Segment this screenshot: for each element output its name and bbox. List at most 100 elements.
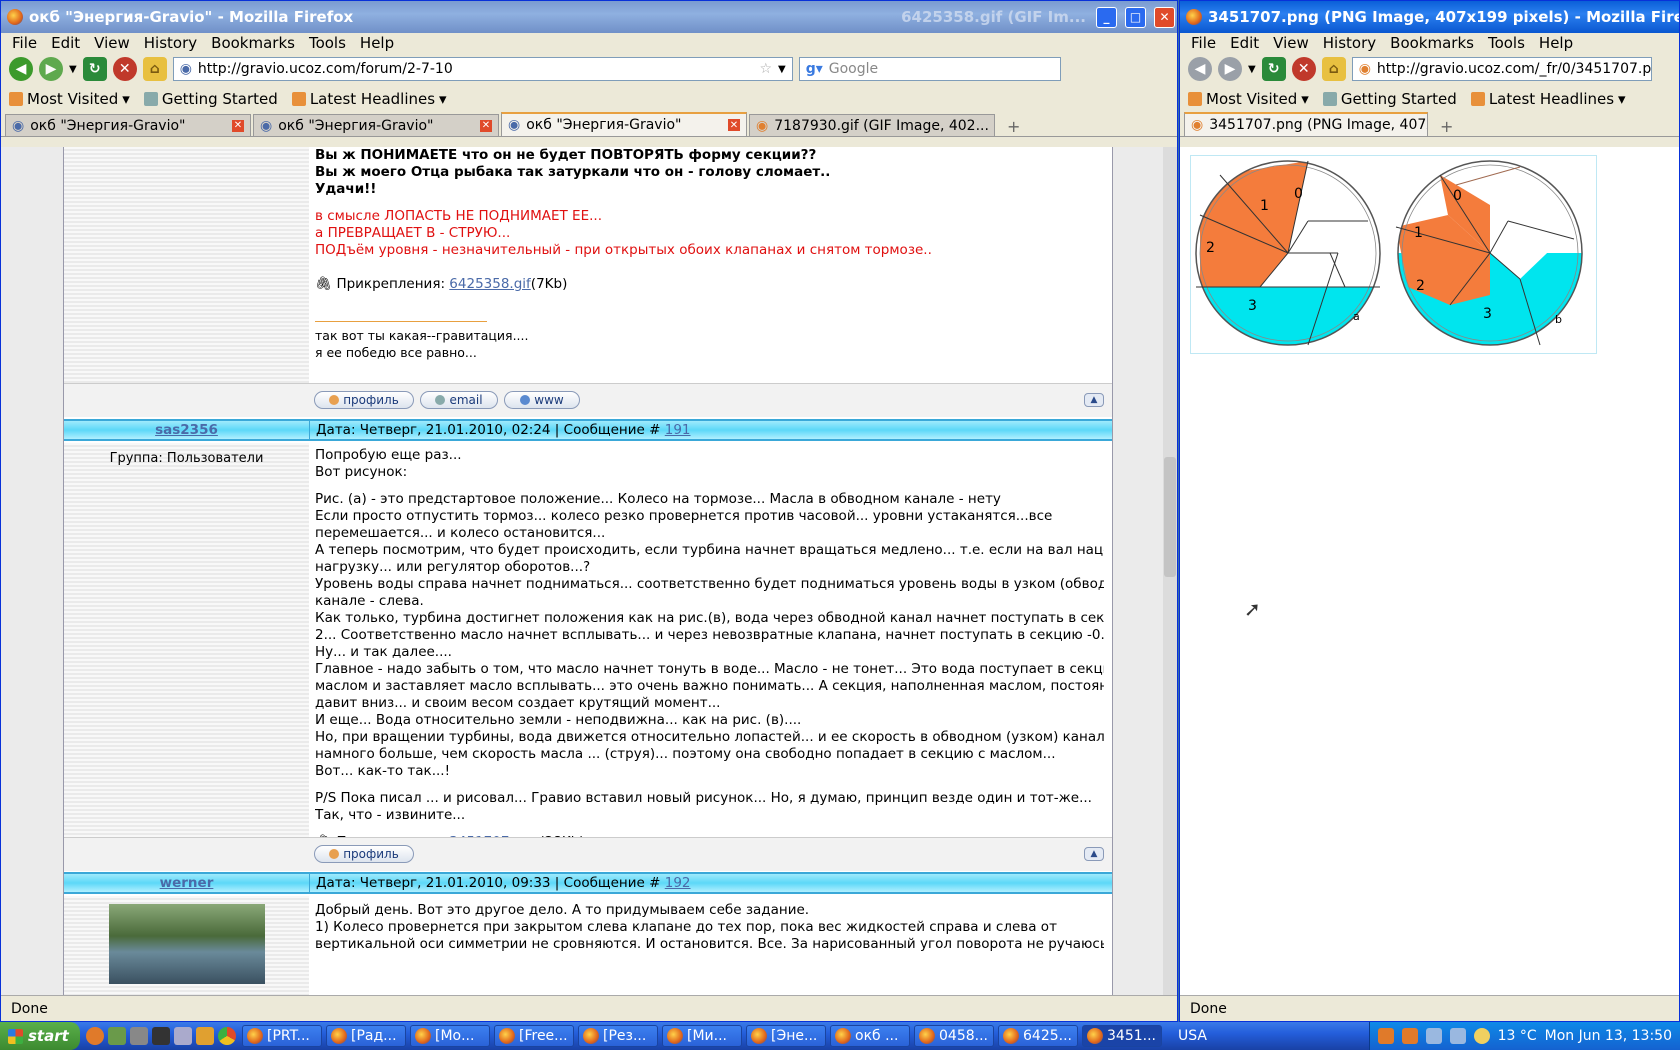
button-label: профиль bbox=[343, 847, 399, 861]
menu-bookmarks[interactable]: Bookmarks bbox=[1385, 34, 1479, 52]
new-tab-icon[interactable]: + bbox=[997, 117, 1030, 136]
author-link[interactable]: werner bbox=[64, 874, 309, 892]
url-input[interactable]: ◉ http://gravio.ucoz.com/_fr/0/3451707.p… bbox=[1351, 57, 1652, 81]
profile-button[interactable]: профиль bbox=[314, 391, 414, 409]
post-header: werner Дата: Четверг, 21.01.2010, 09:33 … bbox=[64, 872, 1112, 894]
search-input[interactable]: g▾ Google bbox=[798, 57, 1061, 81]
menu-history[interactable]: History bbox=[139, 34, 202, 52]
bookmark-latest-headlines[interactable]: Latest Headlines ▾ bbox=[291, 90, 447, 108]
menu-bookmarks[interactable]: Bookmarks bbox=[206, 34, 300, 52]
app-launch-icon[interactable] bbox=[174, 1027, 192, 1045]
tab-close-icon[interactable]: ✕ bbox=[480, 119, 492, 132]
home-icon[interactable]: ⌂ bbox=[1321, 57, 1346, 81]
new-tab-icon[interactable]: + bbox=[1430, 117, 1463, 136]
tab-forum-1[interactable]: ◉ окб "Энергия-Gravio" ✕ bbox=[5, 114, 251, 136]
taskbar-window-button[interactable]: 6425... bbox=[998, 1025, 1078, 1047]
language-indicator[interactable]: USA bbox=[1166, 1028, 1219, 1044]
tab-forum-3[interactable]: ◉ окб "Энергия-Gravio" ✕ bbox=[501, 112, 747, 136]
folder-launch-icon[interactable] bbox=[130, 1027, 148, 1045]
avatar[interactable] bbox=[108, 904, 265, 984]
history-dropdown-icon[interactable]: ▼ bbox=[69, 64, 77, 75]
scrollbar-thumb[interactable] bbox=[1164, 457, 1176, 577]
taskbar-window-button[interactable]: [Рад... bbox=[326, 1025, 406, 1047]
forward-arrow-icon[interactable]: ▶ bbox=[39, 57, 63, 81]
app-launch-icon[interactable] bbox=[108, 1027, 126, 1045]
menu-edit[interactable]: Edit bbox=[46, 34, 85, 52]
bookmark-getting-started[interactable]: Getting Started bbox=[1322, 90, 1457, 108]
bookmark-most-visited[interactable]: Most Visited ▾ bbox=[9, 90, 130, 108]
bookmark-getting-started[interactable]: Getting Started bbox=[143, 90, 278, 108]
chrome-launch-icon[interactable] bbox=[218, 1027, 236, 1045]
back-arrow-icon[interactable]: ◀ bbox=[1188, 57, 1212, 81]
vertical-scrollbar[interactable] bbox=[1163, 147, 1177, 995]
clock[interactable]: Mon Jun 13, 13:50 bbox=[1545, 1028, 1672, 1044]
taskbar-window-button[interactable]: 3451... bbox=[1082, 1025, 1162, 1047]
start-button[interactable]: start bbox=[0, 1022, 80, 1050]
menu-view[interactable]: View bbox=[1268, 34, 1314, 52]
bookmark-latest-headlines[interactable]: Latest Headlines ▾ bbox=[1470, 90, 1626, 108]
taskbar-window-button[interactable]: [PRT... bbox=[242, 1025, 322, 1047]
author-link[interactable]: sas2356 bbox=[64, 421, 309, 439]
tab-png-image[interactable]: ◉ 3451707.png (PNG Image, 407x... bbox=[1184, 112, 1428, 136]
network-icon[interactable] bbox=[1425, 1028, 1442, 1044]
taskbar-window-button[interactable]: [Эне... bbox=[746, 1025, 826, 1047]
www-button[interactable]: www bbox=[504, 391, 580, 409]
email-button[interactable]: email bbox=[420, 391, 498, 409]
firefox-launch-icon[interactable] bbox=[86, 1027, 104, 1045]
post-number-link[interactable]: 192 bbox=[665, 875, 691, 891]
post-number-link[interactable]: 191 bbox=[665, 422, 691, 438]
scroll-top-button[interactable]: ▲ bbox=[1084, 847, 1104, 861]
menu-edit[interactable]: Edit bbox=[1225, 34, 1264, 52]
profile-button[interactable]: профиль bbox=[314, 845, 414, 863]
tab-close-icon[interactable]: ✕ bbox=[232, 119, 244, 132]
minimize-button[interactable]: _ bbox=[1096, 6, 1117, 28]
bookmark-most-visited[interactable]: Most Visited ▾ bbox=[1188, 90, 1309, 108]
firefox-tray-icon[interactable] bbox=[1377, 1028, 1394, 1044]
menu-view[interactable]: View bbox=[89, 34, 135, 52]
volume-icon[interactable] bbox=[1449, 1028, 1466, 1044]
scroll-top-button[interactable]: ▲ bbox=[1084, 393, 1104, 407]
taskbar-button-label: [Рез... bbox=[603, 1028, 647, 1044]
paperclip-icon: 🖇 bbox=[315, 276, 333, 292]
title-bar[interactable]: 3451707.png (PNG Image, 407x199 pixels) … bbox=[1180, 1, 1679, 33]
maximize-button[interactable]: □ bbox=[1125, 6, 1146, 28]
search-engine-icon[interactable]: g▾ bbox=[806, 61, 823, 77]
taskbar-window-button[interactable]: [Рез... bbox=[578, 1025, 658, 1047]
menu-tools[interactable]: Tools bbox=[1483, 34, 1530, 52]
key-launch-icon[interactable] bbox=[196, 1027, 214, 1045]
taskbar-window-button[interactable]: [Free... bbox=[494, 1025, 574, 1047]
taskbar-window-button[interactable]: [Мо... bbox=[410, 1025, 490, 1047]
menu-file[interactable]: File bbox=[1186, 34, 1221, 52]
reload-icon[interactable]: ↻ bbox=[1261, 57, 1286, 81]
close-button[interactable]: ✕ bbox=[1154, 6, 1175, 28]
forward-arrow-icon[interactable]: ▶ bbox=[1218, 57, 1242, 81]
back-arrow-icon[interactable]: ◀ bbox=[9, 57, 33, 81]
site-identity-icon[interactable]: ◉ bbox=[1359, 61, 1371, 77]
home-icon[interactable]: ⌂ bbox=[142, 57, 167, 81]
history-dropdown-icon[interactable]: ▼ bbox=[1248, 64, 1256, 75]
reload-icon[interactable]: ↻ bbox=[82, 57, 107, 81]
attachment-link[interactable]: 6425358.gif bbox=[449, 276, 531, 292]
site-identity-icon[interactable]: ◉ bbox=[180, 61, 192, 77]
taskbar-window-button[interactable]: [Ми... bbox=[662, 1025, 742, 1047]
menu-history[interactable]: History bbox=[1318, 34, 1381, 52]
stop-icon[interactable]: ✕ bbox=[1291, 57, 1316, 81]
tab-close-icon[interactable]: ✕ bbox=[728, 119, 740, 131]
tab-gif-image[interactable]: ◉7187930.gif (GIF Image, 402...✕ bbox=[749, 114, 995, 136]
firefox-tray-icon[interactable] bbox=[1401, 1028, 1418, 1044]
wheel-a bbox=[1195, 160, 1381, 346]
menu-file[interactable]: File bbox=[7, 34, 42, 52]
taskbar-window-button[interactable]: окб ... bbox=[830, 1025, 910, 1047]
url-dropdown-icon[interactable]: ▼ bbox=[778, 64, 786, 75]
menu-tools[interactable]: Tools bbox=[304, 34, 351, 52]
bookmark-star-icon[interactable]: ☆ bbox=[759, 61, 772, 77]
title-bar[interactable]: окб "Энергия-Gravio" - Mozilla Firefox 6… bbox=[1, 1, 1177, 33]
url-input[interactable]: ◉ http://gravio.ucoz.com/forum/2-7-10 ☆ … bbox=[172, 57, 793, 81]
stop-icon[interactable]: ✕ bbox=[112, 57, 137, 81]
tab-forum-2[interactable]: ◉ окб "Энергия-Gravio" ✕ bbox=[253, 114, 499, 136]
taskbar-window-button[interactable]: 0458... bbox=[914, 1025, 994, 1047]
menu-help[interactable]: Help bbox=[1534, 34, 1578, 52]
menu-help[interactable]: Help bbox=[355, 34, 399, 52]
terminal-launch-icon[interactable] bbox=[152, 1027, 170, 1045]
post-date: Дата: Четверг, 21.01.2010, 02:24 | Сообщ… bbox=[316, 422, 661, 438]
